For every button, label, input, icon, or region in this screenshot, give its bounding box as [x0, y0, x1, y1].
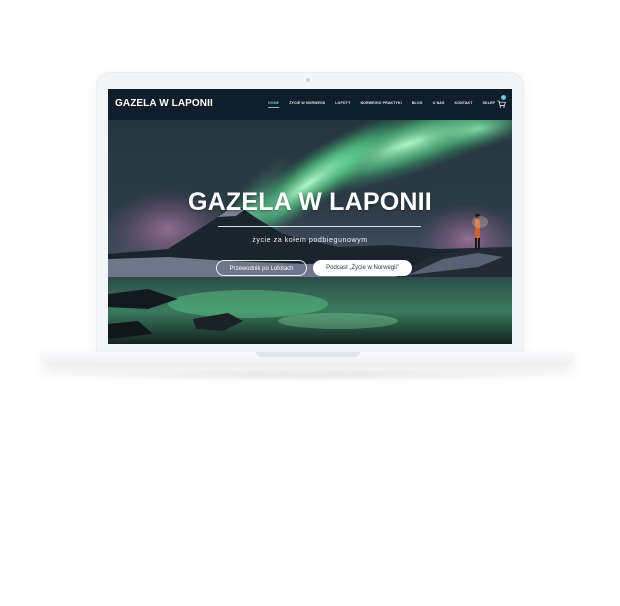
guide-lofoty-button[interactable]: Przewodnik po Lofotach [216, 260, 307, 276]
cart-count-badge: 0 [501, 95, 506, 100]
laptop-shadow [60, 368, 560, 382]
nav-item-zycie-w-norwegii[interactable]: ŻYCIE W NORWEGII [289, 101, 325, 105]
nav-item-o-nas[interactable]: O NAS [433, 101, 445, 105]
nav-item-home[interactable]: HOME [268, 101, 280, 108]
main-navigation: HOME ŻYCIE W NORWEGII LOFOTY NORWEGIO PR… [268, 101, 495, 108]
site-logo[interactable]: GAZELA W LAPONII [115, 98, 213, 109]
nav-item-kontakt[interactable]: KONTAKT [455, 101, 473, 105]
hero-divider [218, 226, 421, 227]
nav-item-lofoty[interactable]: LOFOTY [335, 101, 350, 105]
nav-item-sklep[interactable]: SKLEP [483, 101, 495, 105]
laptop-camera [306, 78, 310, 82]
hero-subtitle: życie za kołem podbiegunowym [252, 235, 368, 244]
cart-icon[interactable] [497, 100, 506, 108]
podcast-button[interactable]: Podcast „Życie w Norwegii” [313, 260, 412, 276]
laptop-screen: GAZELA W LAPONII HOME ŻYCIE W NORWEGII L… [108, 89, 512, 344]
nav-item-norwegio-praktyki[interactable]: NORWEGIO PRAKTYKI [360, 101, 401, 105]
site-navbar: GAZELA W LAPONII HOME ŻYCIE W NORWEGII L… [108, 89, 512, 120]
nav-item-blog[interactable]: BLOG [412, 101, 423, 105]
hero-title: GAZELA W LAPONII [188, 188, 432, 216]
laptop-base-notch [256, 352, 360, 357]
